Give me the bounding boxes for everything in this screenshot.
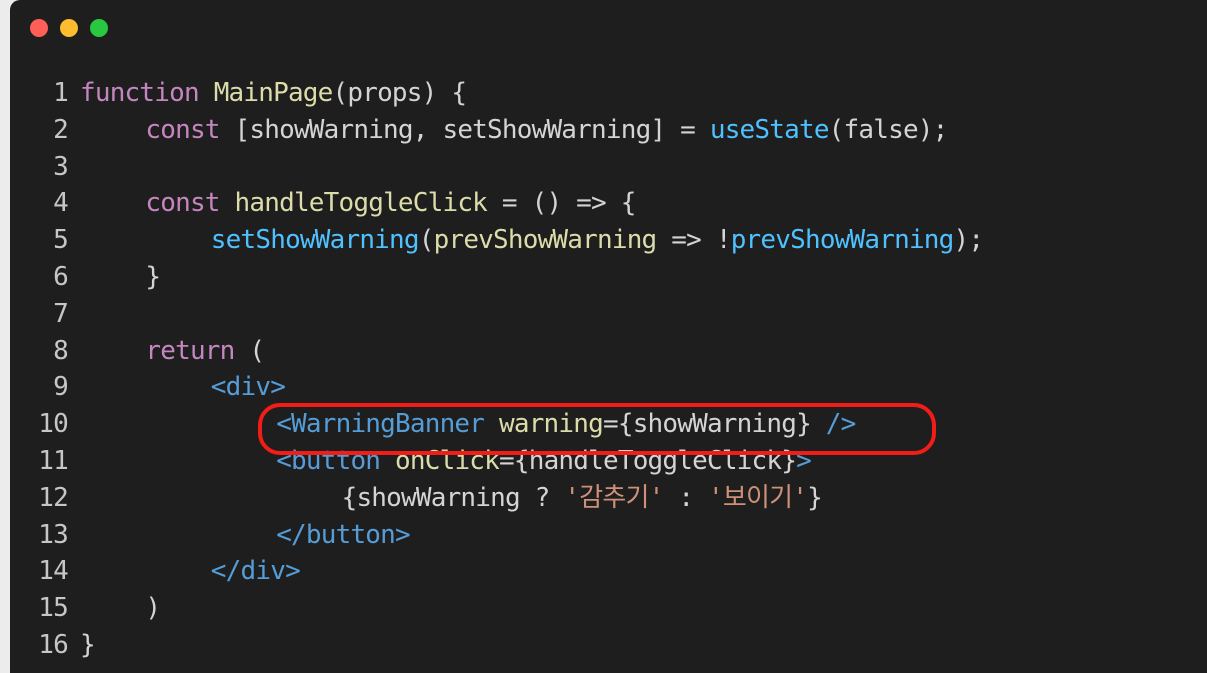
line-content: } xyxy=(80,627,96,664)
code-token: ={showWarning} xyxy=(602,409,826,440)
line-number: 10 xyxy=(38,409,69,440)
code-token: [showWarning, setShowWarning] = xyxy=(219,114,710,145)
code-line: 7 xyxy=(10,296,1207,333)
code-line: 10 <WarningBanner warning={showWarning} /… xyxy=(10,406,1207,443)
code-line: 2 const [showWarning, setShowWarning] = u… xyxy=(10,112,1207,149)
line-number: 6 xyxy=(53,261,69,292)
code-token: = () => { xyxy=(487,188,637,219)
code-token: (false); xyxy=(828,114,949,145)
line-content: const [showWarning, setShowWarning] = us… xyxy=(80,112,948,149)
code-token: MainPage xyxy=(213,78,334,108)
code-token: <button xyxy=(276,445,381,476)
line-content: setShowWarning(prevShowWarning => !prevS… xyxy=(80,222,985,259)
code-line: 12 {showWarning ? '감추기' : '보이기'} xyxy=(10,480,1207,517)
line-number: 2 xyxy=(53,114,69,145)
code-token: } xyxy=(145,261,161,292)
line-number: 5 xyxy=(53,225,69,256)
code-token: ) xyxy=(145,593,161,624)
code-token: } xyxy=(80,629,96,660)
code-token: ); xyxy=(953,225,985,256)
line-number: 3 xyxy=(53,151,69,182)
code-token: ={handleToggleClick} xyxy=(499,445,797,476)
code-token: '보이기' xyxy=(708,482,808,513)
code-token: return xyxy=(145,335,235,366)
line-content: </button> xyxy=(80,517,410,554)
code-token: function xyxy=(80,78,200,108)
minimize-icon[interactable] xyxy=(60,19,78,37)
line-number: 9 xyxy=(53,372,69,403)
line-content: const handleToggleClick = () => { xyxy=(80,185,636,222)
code-token: setShowWarning xyxy=(210,225,420,256)
line-content: <button onClick={handleToggleClick}> xyxy=(80,443,812,480)
code-token: > xyxy=(796,445,812,476)
maximize-icon[interactable] xyxy=(90,19,108,37)
line-number: 15 xyxy=(38,593,69,624)
code-token: ( xyxy=(234,335,265,366)
code-token: prevShowWarning xyxy=(433,225,658,256)
line-number: 14 xyxy=(38,556,69,587)
line-content: return ( xyxy=(80,333,265,370)
line-number: 11 xyxy=(38,445,69,476)
line-number: 12 xyxy=(38,482,69,513)
close-icon[interactable] xyxy=(30,19,48,37)
line-number: 16 xyxy=(38,629,69,660)
code-block: 1 function MainPage(props) { 2 const [showW… xyxy=(10,75,1207,664)
code-line: 5 setShowWarning(prevShowWarning => !prev… xyxy=(10,222,1207,259)
code-line: 16} xyxy=(10,627,1207,664)
window-controls xyxy=(30,19,108,37)
line-content: ) xyxy=(80,590,161,627)
line-number: 8 xyxy=(53,335,69,366)
code-line: 11 <button onClick={handleToggleClick}> xyxy=(10,443,1207,480)
code-token: '감추기' xyxy=(564,482,664,513)
line-content: <WarningBanner warning={showWarning} /> xyxy=(80,406,856,443)
line-number: 7 xyxy=(53,298,69,329)
code-line: 4 const handleToggleClick = () => { xyxy=(10,185,1207,222)
code-line: 9 <div> xyxy=(10,369,1207,406)
code-token: /> xyxy=(825,409,857,440)
code-line: 14 </div> xyxy=(10,553,1207,590)
line-content: {showWarning ? '감추기' : '보이기'} xyxy=(80,480,823,517)
code-token: handleToggleClick xyxy=(234,188,488,219)
code-line: 3 xyxy=(10,149,1207,186)
code-line: 15) xyxy=(10,590,1207,627)
code-token: useState xyxy=(709,114,830,145)
code-token: => ! xyxy=(656,225,731,256)
code-token: </div> xyxy=(210,556,301,587)
code-token: const xyxy=(145,114,220,145)
code-token: } xyxy=(807,482,823,513)
code-line: 6} xyxy=(10,259,1207,296)
code-token: {showWarning ? xyxy=(341,482,565,513)
code-token: ( xyxy=(418,225,435,256)
code-line: 8 return ( xyxy=(10,333,1207,370)
line-number: 13 xyxy=(38,519,69,550)
code-window: 1 function MainPage(props) { 2 const [showW… xyxy=(10,0,1207,673)
code-token: const xyxy=(145,188,220,219)
line-number: 1 xyxy=(53,78,69,108)
code-token: : xyxy=(663,482,709,513)
code-token: prevShowWarning xyxy=(730,225,955,256)
line-content: } xyxy=(80,259,161,296)
code-token: warning xyxy=(499,409,604,440)
code-line: 13 </button> xyxy=(10,517,1207,554)
line-content: function MainPage(props) { xyxy=(80,75,467,112)
code-token: <WarningBanner xyxy=(276,409,485,440)
code-line: 1 function MainPage(props) { xyxy=(10,75,1207,112)
line-number: 4 xyxy=(53,188,69,219)
code-token: </button> xyxy=(276,519,410,550)
code-token: (props) { xyxy=(332,78,467,108)
code-token: onClick xyxy=(395,445,500,476)
line-content: <div> xyxy=(80,369,286,406)
code-token: <div> xyxy=(210,372,286,403)
line-content: </div> xyxy=(80,553,301,590)
